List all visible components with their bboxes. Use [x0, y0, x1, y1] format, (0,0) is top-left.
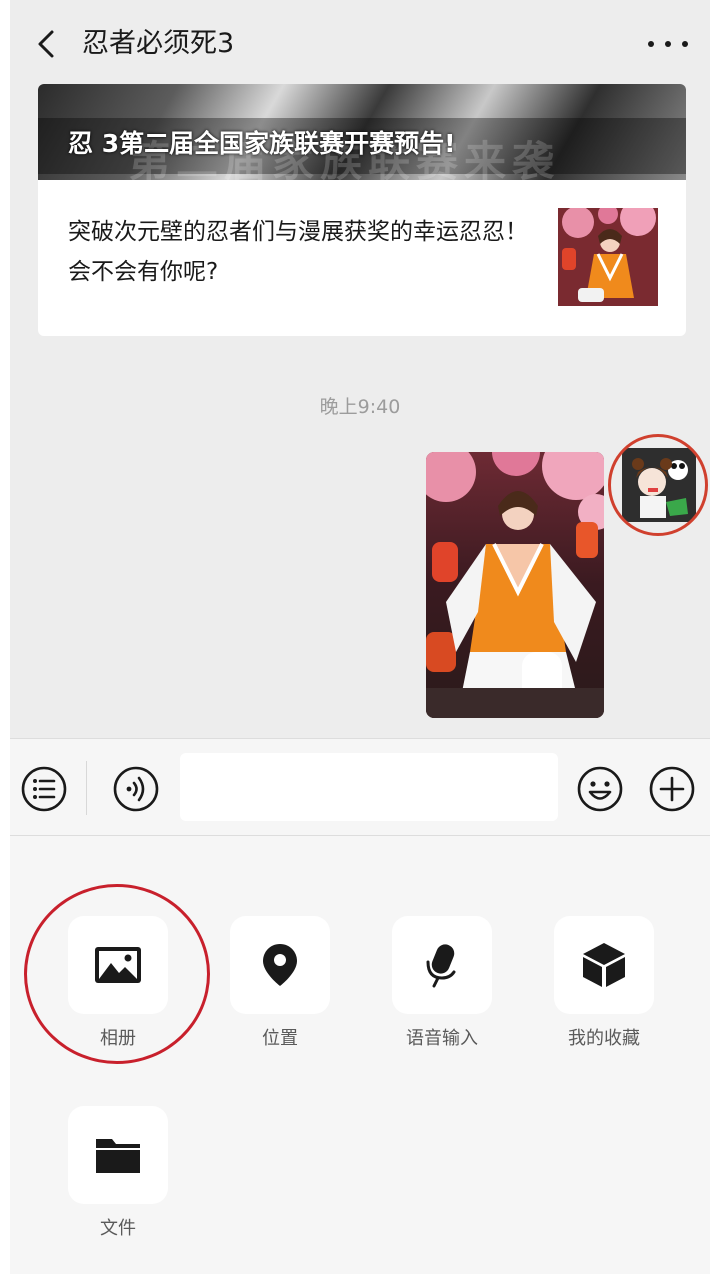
emoji-icon — [577, 766, 623, 812]
back-button[interactable] — [30, 24, 66, 64]
article-description: 突破次元壁的忍者们与漫展获奖的幸运忍忍！会不会有你呢? — [68, 219, 528, 285]
chat-title: 忍者必须死3 — [82, 28, 235, 59]
voice-input-label: 语音输入 — [406, 1028, 478, 1049]
file-tile[interactable] — [68, 1106, 168, 1204]
sent-photo-message[interactable] — [426, 452, 604, 718]
list-icon — [21, 766, 67, 812]
article-thumbnail — [558, 208, 658, 306]
favorites-tile[interactable] — [554, 916, 654, 1014]
top-bar: 忍者必须死3 — [10, 0, 710, 88]
input-bar — [10, 738, 710, 836]
chevron-left-icon — [38, 30, 54, 58]
location-button[interactable]: 位置 — [230, 916, 330, 1050]
favorites-label: 我的收藏 — [568, 1028, 640, 1049]
message-timestamp: 晚上9:40 — [319, 396, 401, 418]
location-icon — [263, 944, 297, 986]
album-highlight-circle — [24, 884, 210, 1064]
article-card[interactable]: 第二届家族联赛来袭 忍 3第二届全国家族联赛开赛预告! 突破次元壁的忍者们与漫展… — [38, 84, 686, 336]
voice-button[interactable] — [112, 765, 160, 813]
more-options-button[interactable] — [648, 30, 688, 58]
emoji-button[interactable] — [576, 765, 624, 813]
voice-input-tile[interactable] — [392, 916, 492, 1014]
location-tile[interactable] — [230, 916, 330, 1014]
menu-list-button[interactable] — [20, 765, 68, 813]
chat-screen: 忍者必须死3 第二届家族联赛来袭 忍 3第二届全国家族联赛开赛预告! 突破次元壁… — [10, 0, 710, 1274]
article-body: 突破次元壁的忍者们与漫展获奖的幸运忍忍！会不会有你呢? — [38, 180, 686, 336]
more-dot-icon — [665, 41, 671, 47]
avatar-highlight-circle — [608, 434, 708, 536]
folder-icon — [96, 1139, 140, 1173]
file-button[interactable]: 文件 — [68, 1106, 168, 1240]
location-label: 位置 — [262, 1028, 298, 1049]
article-title: 忍 3第二届全国家族联赛开赛预告! — [68, 129, 456, 158]
more-dot-icon — [648, 41, 654, 47]
more-functions-button[interactable] — [648, 765, 696, 813]
voice-input-button[interactable]: 语音输入 — [392, 916, 492, 1050]
message-list: 第二届家族联赛来袭 忍 3第二届全国家族联赛开赛预告! 突破次元壁的忍者们与漫展… — [10, 84, 710, 738]
plus-icon — [649, 766, 695, 812]
input-bar-divider — [86, 761, 87, 815]
file-label: 文件 — [100, 1218, 136, 1239]
voice-wave-icon — [113, 766, 159, 812]
function-panel: 相册 位置 语音输入 我的收藏 文件 — [10, 836, 710, 1274]
microphone-icon — [426, 944, 456, 988]
favorites-button[interactable]: 我的收藏 — [554, 916, 654, 1050]
article-banner-image: 第二届家族联赛来袭 忍 3第二届全国家族联赛开赛预告! — [38, 84, 686, 186]
more-dot-icon — [682, 41, 688, 47]
cube-icon — [583, 943, 625, 987]
message-input[interactable] — [180, 753, 558, 821]
